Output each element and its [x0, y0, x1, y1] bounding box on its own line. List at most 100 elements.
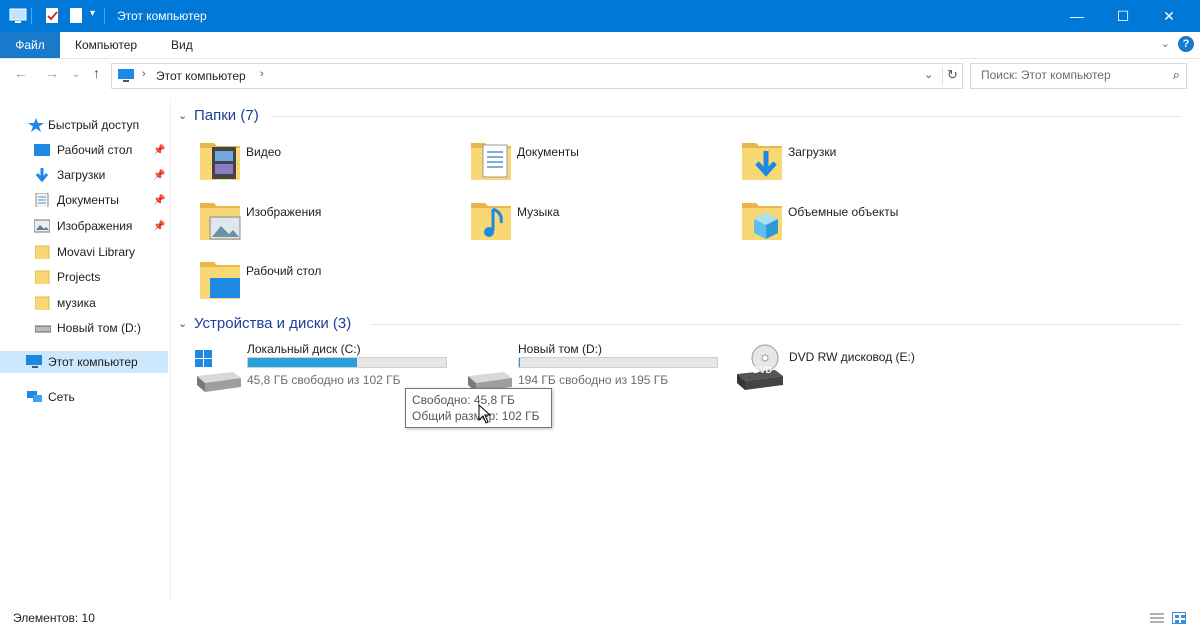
search-box[interactable]: ⌕: [970, 63, 1187, 89]
drive-icon: [468, 372, 512, 392]
drive-name: Новый том (D:): [518, 342, 602, 356]
chevron-down-icon[interactable]: ⌄: [924, 68, 933, 81]
folder-name: Видео: [246, 145, 282, 159]
pictures-icon: [34, 219, 50, 233]
sidebar-item-movavi-library[interactable]: Movavi Library: [0, 241, 168, 263]
folder-name: Загрузки: [788, 145, 837, 159]
folder-name: Объемные объекты: [788, 205, 899, 219]
documents-icon: [35, 193, 49, 207]
folder-documents[interactable]: Документы: [469, 137, 739, 189]
drive-usage-bar: [247, 357, 447, 368]
sidebar-item-music-folder[interactable]: музика: [0, 292, 168, 314]
sidebar-item-label: Movavi Library: [57, 245, 136, 259]
sidebar-item-label: Рабочий стол: [57, 143, 133, 157]
music-folder-icon: [471, 203, 511, 240]
pane-divider[interactable]: [170, 100, 171, 600]
ribbon: Файл Компьютер Вид ⌄ ?: [0, 32, 1200, 59]
folder-icon: [35, 270, 50, 284]
maximize-button[interactable]: ☐: [1100, 0, 1146, 32]
mouse-cursor-icon: [478, 404, 492, 424]
pin-icon: 📌: [153, 220, 166, 232]
sidebar-item-this-pc[interactable]: Этот компьютер: [0, 351, 168, 373]
tooltip-free: Свободно: 45,8 ГБ: [412, 393, 515, 407]
chevron-down-icon[interactable]: ⌄: [178, 317, 194, 330]
sidebar-item-network[interactable]: Сеть: [0, 386, 168, 408]
folder-downloads[interactable]: Загрузки: [740, 137, 1010, 189]
address-bar[interactable]: › Этот компьютер › ⌄ ↻: [111, 63, 963, 89]
drive-free-space: 45,8 ГБ свободно из 102 ГБ: [247, 373, 401, 387]
pin-icon: 📌: [153, 144, 166, 156]
dvd-logo: DVD: [753, 365, 773, 375]
sidebar-item-volume-d[interactable]: Новый том (D:): [0, 317, 168, 339]
group-divider: [370, 324, 1182, 325]
drive-d[interactable]: Новый том (D:) 194 ГБ свободно из 195 ГБ: [464, 342, 734, 394]
item-count: Элементов: 10: [13, 611, 95, 625]
desktop-folder-icon: [200, 262, 240, 299]
close-icon: ✕: [1163, 7, 1175, 24]
back-arrow-icon[interactable]: ←: [14, 65, 28, 81]
window-title: Этот компьютер: [117, 9, 207, 23]
drive-c[interactable]: Локальный диск (C:) 45,8 ГБ свободно из …: [193, 342, 463, 394]
group-header-folders[interactable]: ⌄ Папки (7): [178, 105, 259, 125]
close-button[interactable]: ✕: [1146, 0, 1192, 32]
large-icons-view-icon[interactable]: [1172, 612, 1186, 624]
folder-pictures[interactable]: Изображения: [198, 197, 468, 249]
computer-icon: [118, 69, 134, 82]
drive-name: Локальный диск (C:): [247, 342, 361, 356]
navigation-pane: Быстрый доступ Рабочий стол 📌 Загрузки 📌…: [0, 100, 170, 600]
drive-e-dvd[interactable]: DVD DVD RW дисковод (E:): [735, 342, 1005, 394]
maximize-icon: ☐: [1116, 7, 1130, 24]
tab-file[interactable]: Файл: [0, 32, 60, 58]
sidebar-item-pictures[interactable]: Изображения 📌: [0, 215, 168, 237]
drive-usage-fill: [519, 358, 520, 367]
sidebar-item-label: Новый том (D:): [57, 321, 141, 335]
sidebar-item-label: Этот компьютер: [48, 355, 138, 369]
sidebar-item-label: Документы: [57, 193, 119, 207]
documents-folder-icon: [471, 143, 511, 180]
computer-icon[interactable]: [9, 7, 27, 25]
computer-icon: [26, 355, 42, 368]
sidebar-item-quick-access[interactable]: Быстрый доступ: [0, 114, 168, 136]
qa-divider: [31, 8, 32, 24]
chevron-down-icon[interactable]: ⌄: [178, 109, 194, 122]
sidebar-item-desktop[interactable]: Рабочий стол 📌: [0, 139, 168, 161]
folder-3d-objects[interactable]: Объемные объекты: [740, 197, 1010, 249]
qa-divider: [104, 8, 105, 24]
folder-video[interactable]: Видео: [198, 137, 468, 189]
up-arrow-icon[interactable]: ↑: [93, 65, 100, 81]
drive-usage-fill: [248, 358, 357, 367]
search-icon[interactable]: ⌕: [1173, 67, 1180, 83]
refresh-icon[interactable]: ↻: [942, 67, 958, 85]
tab-computer[interactable]: Компьютер: [75, 38, 137, 52]
help-button[interactable]: ?: [1178, 36, 1194, 52]
group-divider: [272, 116, 1182, 117]
sidebar-item-label: Изображения: [57, 219, 133, 233]
tooltip-total: Общий размер: 102 ГБ: [412, 409, 540, 423]
properties-icon[interactable]: [44, 7, 60, 25]
group-title: Устройства и диски (3): [194, 314, 352, 332]
folder-music[interactable]: Музыка: [469, 197, 739, 249]
sidebar-item-label: Сеть: [48, 390, 75, 404]
3d-objects-folder-icon: [742, 203, 782, 240]
breadcrumb-this-pc[interactable]: Этот компьютер: [156, 69, 246, 83]
chevron-right-icon[interactable]: ›: [260, 68, 264, 80]
tab-view[interactable]: Вид: [171, 38, 193, 52]
sidebar-item-documents[interactable]: Документы 📌: [0, 189, 168, 211]
details-view-icon[interactable]: [1150, 612, 1164, 624]
group-header-devices[interactable]: ⌄ Устройства и диски (3): [178, 313, 351, 333]
windows-drive-icon: [195, 350, 241, 392]
minimize-icon: —: [1070, 8, 1084, 24]
folder-name: Рабочий стол: [246, 264, 322, 278]
minimize-button[interactable]: —: [1054, 0, 1100, 32]
new-folder-icon[interactable]: [68, 7, 84, 25]
folder-icon: [35, 245, 50, 259]
forward-arrow-icon[interactable]: →: [45, 65, 59, 81]
sidebar-item-downloads[interactable]: Загрузки 📌: [0, 164, 168, 186]
folder-desktop[interactable]: Рабочий стол: [198, 256, 468, 308]
chevron-right-icon[interactable]: ›: [142, 68, 146, 80]
search-input[interactable]: [979, 67, 1163, 83]
sidebar-item-projects[interactable]: Projects: [0, 266, 168, 288]
qa-customize-icon[interactable]: ▾: [90, 8, 95, 26]
recent-locations-icon[interactable]: ⌄: [72, 69, 80, 80]
expand-ribbon-icon[interactable]: ⌄: [1161, 37, 1170, 50]
